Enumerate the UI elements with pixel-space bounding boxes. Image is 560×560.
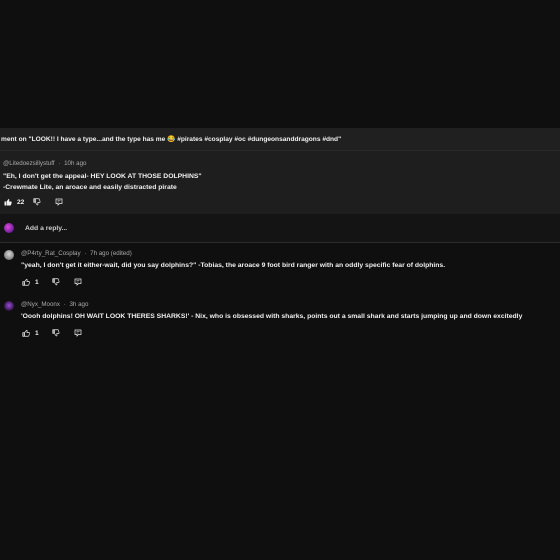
reply-author-line: @Nyx_Moonx · 3h ago: [21, 301, 88, 308]
thumbs-up-icon: [22, 329, 30, 337]
like-count: 1: [35, 278, 39, 286]
thumbs-down-icon: [33, 198, 41, 206]
parent-comment-line-1: "Eh, I don't get the appeal- HEY LOOK AT…: [3, 173, 202, 180]
reply-author[interactable]: @Nyx_Moonx: [21, 301, 60, 308]
reply-button[interactable]: [55, 198, 63, 206]
reply-actions: 1: [22, 278, 82, 286]
thumbs-up-icon: [22, 278, 30, 286]
avatar[interactable]: [4, 250, 14, 260]
thumbs-down-icon: [52, 278, 60, 286]
comment-context-bar: ment on "LOOK!! I have a type...and the …: [0, 128, 560, 150]
reply-actions: 1: [22, 329, 82, 337]
reply-item: @P4rty_Rat_Cosplay · 7h ago (edited) "ye…: [0, 246, 560, 292]
reply-author[interactable]: @P4rty_Rat_Cosplay: [21, 250, 81, 257]
thumbs-up-icon: [4, 199, 12, 206]
meta-separator: ·: [84, 250, 87, 257]
reply-text: "yeah, I don't get it either-wait, did y…: [21, 262, 446, 269]
thumbs-down-icon: [52, 329, 60, 337]
parent-comment-time[interactable]: 10h ago: [64, 160, 86, 167]
screen: ment on "LOOK!! I have a type...and the …: [0, 0, 560, 560]
dislike-button[interactable]: [52, 278, 60, 286]
add-reply-bar: Add a reply...: [0, 214, 560, 243]
like-button[interactable]: 22: [4, 198, 24, 206]
reply-time[interactable]: 7h ago (edited): [90, 250, 132, 257]
reply-button[interactable]: [74, 329, 82, 337]
reply-icon: [74, 329, 82, 337]
parent-comment-actions: 22: [4, 198, 63, 206]
parent-comment: @Litedoezsillystuff · 10h ago "Eh, I don…: [0, 150, 560, 215]
like-button[interactable]: 1: [22, 329, 39, 337]
dislike-button[interactable]: [33, 198, 41, 206]
parent-comment-author[interactable]: @Litedoezsillystuff: [3, 160, 55, 167]
reply-time[interactable]: 3h ago: [69, 301, 88, 308]
current-user-avatar: [4, 223, 14, 233]
parent-comment-line-2: -Crewmate Lite, an aroace and easily dis…: [3, 184, 177, 191]
avatar[interactable]: [4, 301, 14, 311]
like-count: 1: [35, 329, 39, 337]
reply-button[interactable]: [74, 278, 82, 286]
reply-icon: [74, 278, 82, 286]
meta-separator: ·: [58, 160, 61, 167]
parent-comment-author-line: @Litedoezsillystuff · 10h ago: [3, 160, 86, 167]
meta-separator: ·: [63, 301, 66, 308]
reply-author-line: @P4rty_Rat_Cosplay · 7h ago (edited): [21, 250, 132, 257]
reply-text: 'Oooh dolphins! OH WAIT LOOK THERES SHAR…: [21, 313, 523, 320]
reply-item: @Nyx_Moonx · 3h ago 'Oooh dolphins! OH W…: [0, 297, 560, 343]
dislike-button[interactable]: [52, 329, 60, 337]
add-reply-input[interactable]: Add a reply...: [25, 225, 67, 232]
reply-icon: [55, 198, 63, 206]
like-button[interactable]: 1: [22, 278, 39, 286]
comment-context-text: ment on "LOOK!! I have a type...and the …: [1, 136, 342, 143]
like-count: 22: [17, 198, 25, 206]
